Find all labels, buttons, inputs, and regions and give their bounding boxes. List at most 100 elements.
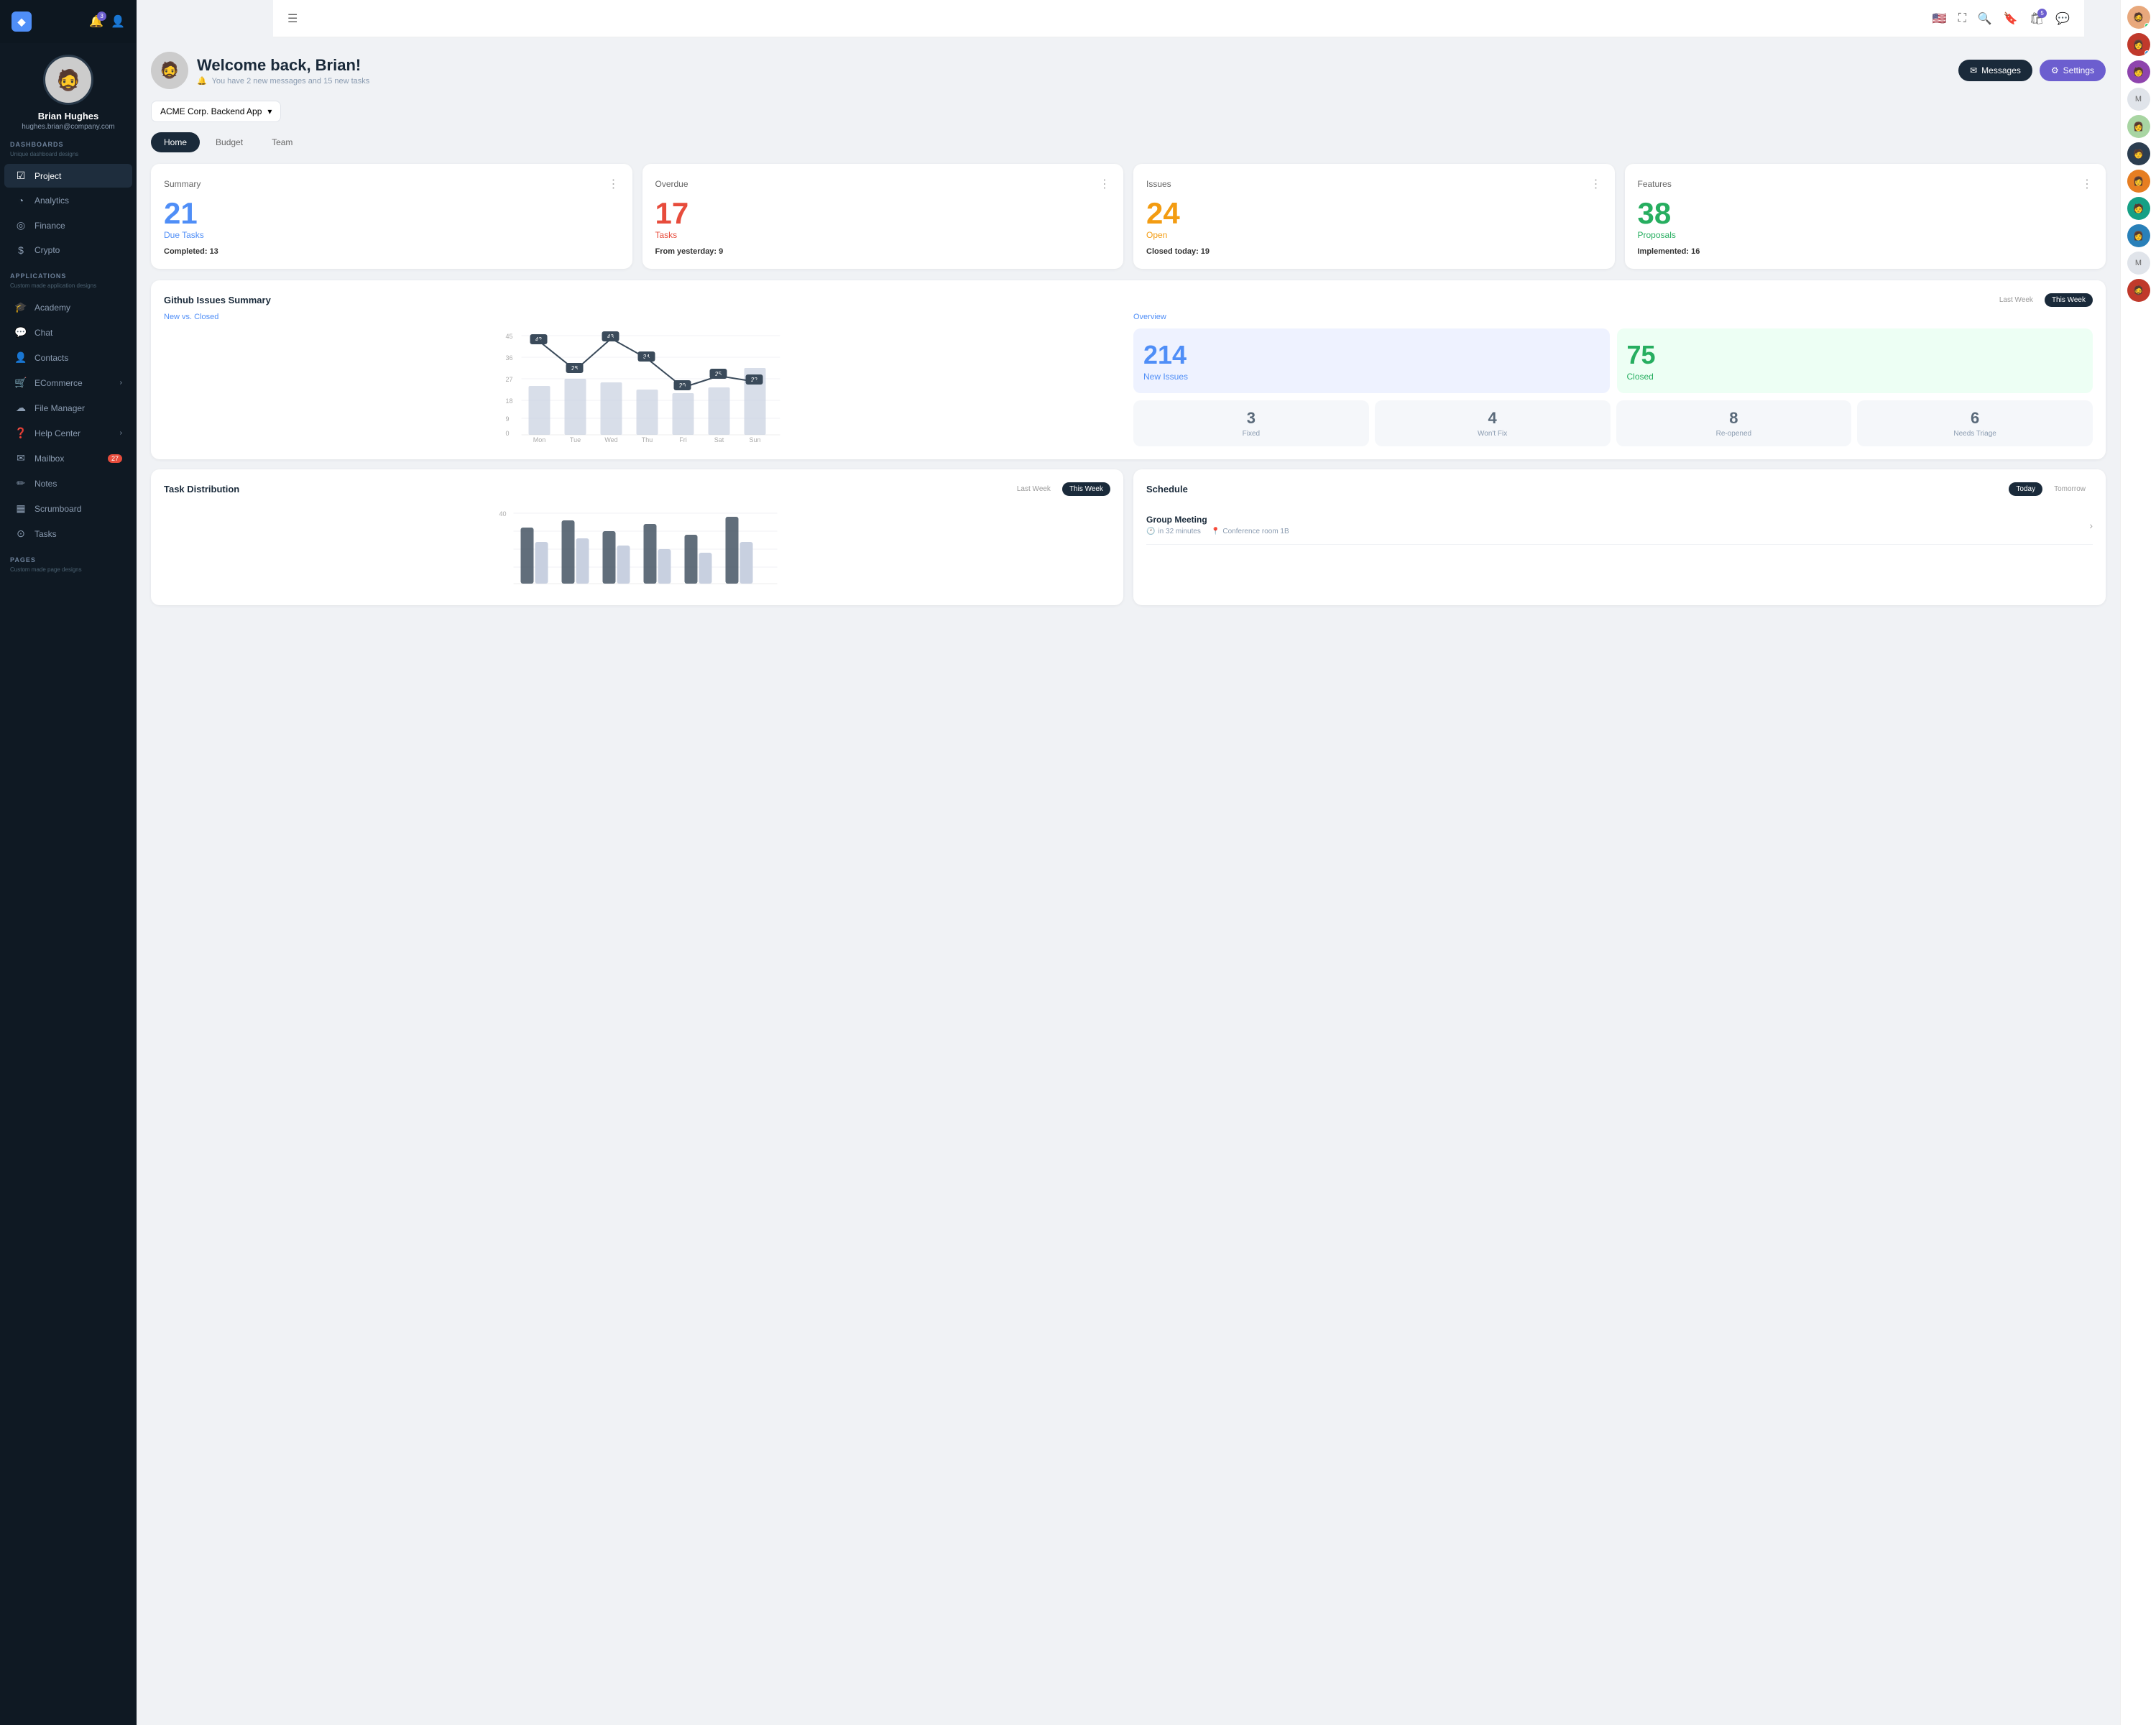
user-name: Brian Hughes	[0, 111, 137, 121]
ecommerce-chevron: ›	[120, 379, 122, 387]
sidebar-item-ecommerce[interactable]: 🛒 ECommerce ›	[4, 371, 132, 395]
sidebar-item-tasks[interactable]: ⊙ Tasks	[4, 522, 132, 546]
overdue-big-num: 17	[655, 198, 1111, 229]
project-chevron-icon: ▾	[267, 106, 272, 116]
sidebar-top: ◆ 🔔 3 👤	[0, 0, 137, 43]
right-avatar-9[interactable]: 👩	[2127, 224, 2150, 247]
right-avatar-7[interactable]: 👩	[2127, 170, 2150, 193]
sidebar-item-academy[interactable]: 🎓 Academy	[4, 295, 132, 319]
right-avatar-2[interactable]: 👩	[2127, 33, 2150, 56]
overdue-menu-icon[interactable]: ⋮	[1099, 177, 1110, 191]
schedule-today-btn[interactable]: Today	[2009, 482, 2042, 496]
issues-menu-icon[interactable]: ⋮	[1590, 177, 1602, 191]
messages-button[interactable]: ✉ Messages	[1958, 60, 2032, 81]
schedule-header: Schedule Today Tomorrow	[1146, 482, 2093, 496]
svg-text:40: 40	[499, 510, 507, 518]
right-avatar-10[interactable]: M	[2127, 252, 2150, 275]
right-avatar-11[interactable]: 🧔	[2127, 279, 2150, 302]
menu-icon[interactable]: ☰	[287, 12, 298, 26]
app-logo[interactable]: ◆	[11, 12, 32, 32]
stat-fixed: 3 Fixed	[1133, 400, 1369, 446]
user-avatar: 🧔	[43, 55, 93, 105]
svg-text:0: 0	[506, 430, 510, 437]
sidebar-item-scrumboard[interactable]: ▦ Scrumboard	[4, 497, 132, 520]
github-lastweek-btn[interactable]: Last Week	[1992, 293, 2040, 307]
overdue-footer: From yesterday: 9	[655, 247, 1111, 256]
task-distribution-card: Task Distribution Last Week This Week 40	[151, 469, 1123, 605]
right-avatar-4[interactable]: M	[2127, 88, 2150, 111]
summary-big-num: 21	[164, 198, 619, 229]
sidebar-item-crypto[interactable]: $ Crypto	[4, 239, 132, 262]
closed-card: 75 Closed	[1617, 328, 2093, 393]
right-avatar-6[interactable]: 🧑	[2127, 142, 2150, 165]
page-tabs: Home Budget Team	[151, 132, 2106, 152]
summary-footer: Completed: 13	[164, 247, 619, 256]
github-chart-left: New vs. Closed 45 36 27 18 9 0	[164, 313, 1123, 446]
svg-text:Sun: Sun	[749, 436, 760, 443]
sidebar-item-analytics[interactable]: ◔ Analytics	[4, 189, 132, 212]
helpcenter-icon: ❓	[14, 427, 27, 439]
sidebar-item-notes[interactable]: ✏ Notes	[4, 472, 132, 495]
settings-button[interactable]: ⚙ Settings	[2040, 60, 2106, 81]
closed-num: 75	[1627, 340, 2083, 370]
location-icon: 📍	[1211, 528, 1220, 535]
sidebar-item-chat[interactable]: 💬 Chat	[4, 321, 132, 344]
task-lastweek-btn[interactable]: Last Week	[1010, 482, 1058, 496]
sidebar-item-contacts[interactable]: 👤 Contacts	[4, 346, 132, 369]
filemanager-icon: ☁	[14, 402, 27, 414]
reopened-num: 8	[1622, 409, 1846, 428]
applications-section-label: APPLICATIONS	[0, 262, 137, 282]
needstriage-num: 6	[1863, 409, 2087, 428]
right-avatar-3[interactable]: 🧑	[2127, 60, 2150, 83]
sidebar-item-helpcenter[interactable]: ❓ Help Center ›	[4, 421, 132, 445]
svg-text:Tue: Tue	[570, 436, 581, 443]
right-avatar-1[interactable]: 🧔	[2127, 6, 2150, 29]
sidebar-item-finance[interactable]: ◎ Finance	[4, 213, 132, 237]
schedule-toggle: Today Tomorrow	[2009, 482, 2093, 496]
summary-menu-icon[interactable]: ⋮	[608, 177, 619, 191]
line-chart-wrap: 45 36 27 18 9 0	[164, 328, 1123, 443]
online-indicator-1	[2145, 23, 2150, 28]
user-circle-icon[interactable]: 👤	[111, 14, 125, 29]
overview-top: 214 New Issues 75 Closed	[1133, 328, 2093, 393]
header-actions: ✉ Messages ⚙ Settings	[1958, 60, 2106, 81]
sidebar-item-project[interactable]: ☑ Project	[4, 164, 132, 188]
academy-icon: 🎓	[14, 301, 27, 313]
sidebar-item-filemanager[interactable]: ☁ File Manager	[4, 396, 132, 420]
tab-team[interactable]: Team	[259, 132, 305, 152]
flag-icon[interactable]: 🇺🇸	[1932, 12, 1947, 26]
search-icon[interactable]: 🔍	[1978, 12, 1992, 26]
overview-bottom: 3 Fixed 4 Won't Fix 8 Re-opened	[1133, 400, 2093, 446]
right-avatar-8[interactable]: 🧑	[2127, 197, 2150, 220]
right-panel: 🧔 👩 🧑 M 👩 🧑 👩 🧑 👩 M 🧔	[2120, 0, 2156, 1725]
right-avatar-5[interactable]: 👩	[2127, 115, 2150, 138]
notification-bell-wrap[interactable]: 🔔 3	[89, 14, 103, 29]
task-dist-svg: 40	[164, 506, 1110, 592]
sidebar-header-icons: 🔔 3 👤	[89, 14, 125, 29]
dashboards-section-label: DASHBOARDS	[0, 131, 137, 151]
stat-card-overdue: Overdue ⋮ 17 Tasks From yesterday: 9	[642, 164, 1124, 269]
schedule-tomorrow-btn[interactable]: Tomorrow	[2047, 482, 2093, 496]
schedule-time: 🕐 in 32 minutes	[1146, 528, 1201, 535]
tab-home[interactable]: Home	[151, 132, 200, 152]
sidebar-item-label: Crypto	[34, 245, 60, 255]
tab-budget[interactable]: Budget	[203, 132, 256, 152]
features-big-num: 38	[1638, 198, 2093, 229]
github-thisweek-btn[interactable]: This Week	[2045, 293, 2093, 307]
schedule-item-arrow[interactable]: ›	[2089, 520, 2093, 531]
github-chart-subtitle: New vs. Closed	[164, 313, 1123, 321]
sidebar-item-mailbox[interactable]: ✉ Mailbox 27	[4, 446, 132, 470]
schedule-title: Schedule	[1146, 484, 1188, 494]
svg-text:Mon: Mon	[533, 436, 546, 443]
github-toggle: Last Week This Week	[1992, 293, 2093, 307]
cart-wrap[interactable]: 🛍 5	[2030, 12, 2044, 26]
task-thisweek-btn[interactable]: This Week	[1062, 482, 1110, 496]
project-selector[interactable]: ACME Corp. Backend App ▾	[151, 101, 281, 122]
topnav-chat-icon[interactable]: 💬	[2055, 12, 2070, 26]
features-label: Proposals	[1638, 230, 2093, 240]
sidebar-item-label: Analytics	[34, 196, 69, 206]
bookmark-icon[interactable]: 🔖	[2004, 12, 2018, 26]
svg-text:Fri: Fri	[679, 436, 687, 443]
features-menu-icon[interactable]: ⋮	[2081, 177, 2093, 191]
fullscreen-icon[interactable]: ⛶	[1958, 12, 1966, 25]
